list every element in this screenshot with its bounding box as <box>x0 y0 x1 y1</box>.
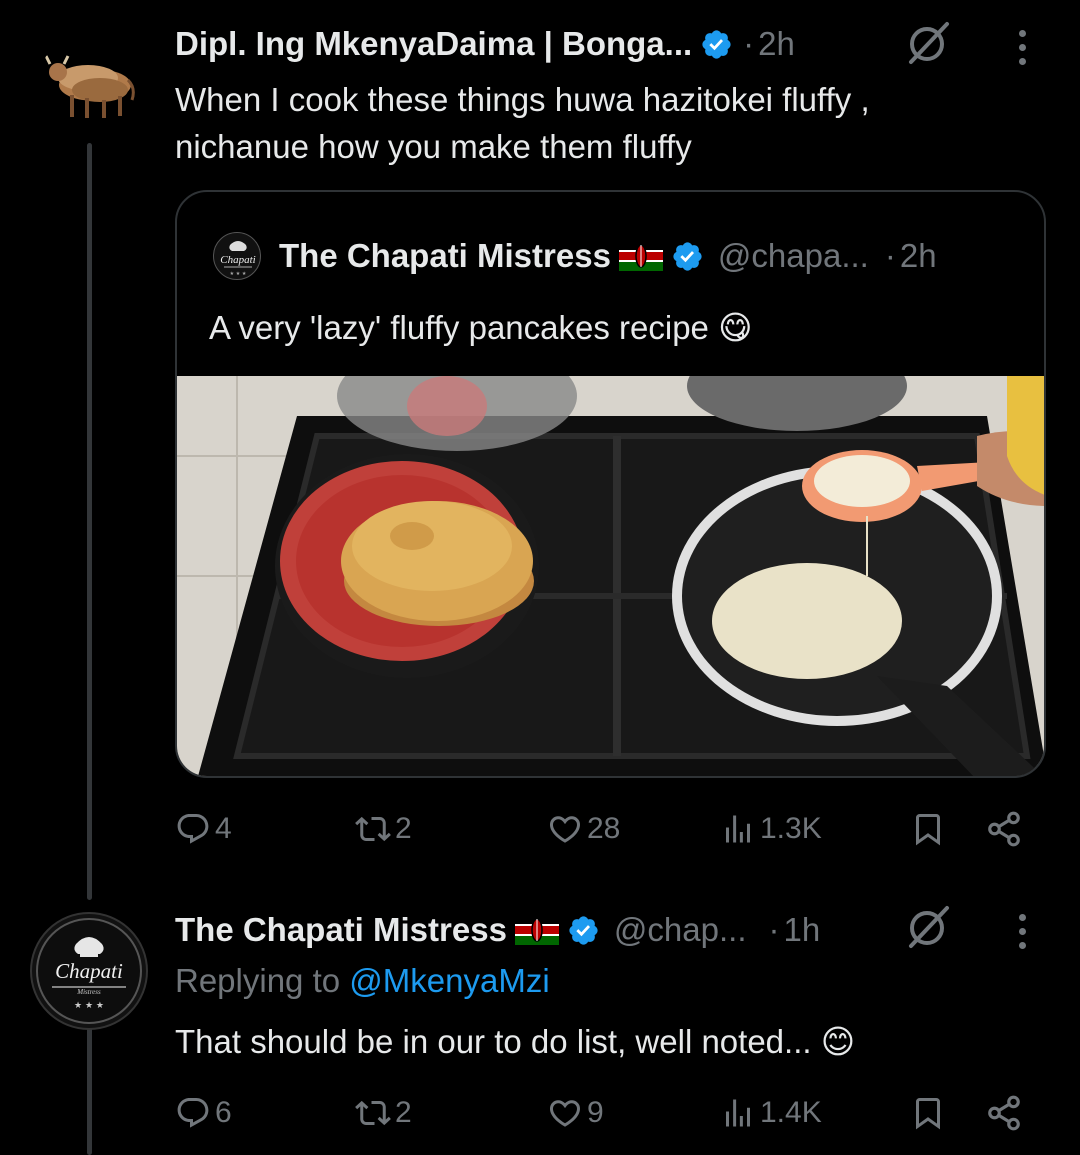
bookmark-icon <box>916 814 940 846</box>
kenya-flag-icon <box>618 241 663 271</box>
replying-to-label: Replying to <box>175 962 341 999</box>
yum-emoji: 😋 <box>718 309 753 346</box>
tweet1-reply-count: 4 <box>215 812 232 845</box>
quoted-tweet-card[interactable]: Chapati ★ ★ ★ The Chapati Mistress @chap… <box>175 190 1046 778</box>
thread-line-top <box>87 143 92 900</box>
grok-icon <box>909 22 949 64</box>
chapati-logo-icon: Chapati ★ ★ ★ <box>220 241 256 277</box>
svg-text:★ ★ ★: ★ ★ ★ <box>230 271 247 277</box>
tweet1-share-button[interactable] <box>985 807 1023 851</box>
share-icon <box>988 811 1020 847</box>
tweet1-repost-count: 2 <box>395 812 412 845</box>
tweet2-avatar-sub: Mistress <box>76 988 101 996</box>
tweet2-header: The Chapati Mistress @chap... · 1h <box>175 906 820 954</box>
tweet2-share-button[interactable] <box>985 1091 1023 1135</box>
quote-text: A very 'lazy' fluffy pancakes recipe 😋 <box>209 304 752 351</box>
quote-author-name[interactable]: The Chapati Mistress <box>279 237 611 275</box>
svg-text:Chapati: Chapati <box>220 254 255 266</box>
tweet1-text-line2: nichanue how you make them fluffy <box>175 128 692 165</box>
tweet1-header: Dipl. Ing MkenyaDaima | Bonga... · 2h <box>175 22 795 66</box>
tweet2-grok-button[interactable] <box>903 904 955 950</box>
tweet2-actions: 6 2 9 1.4K <box>175 1091 1035 1135</box>
verified-badge-icon <box>673 241 702 271</box>
tweet2-avatar[interactable]: Chapati Mistress ★ ★ ★ <box>30 912 148 1030</box>
tweet1-view-count: 1.3K <box>760 812 822 845</box>
tweet2-like-button[interactable]: 9 <box>547 1091 604 1135</box>
cattle-herd-avatar-icon <box>44 55 135 118</box>
chapati-logo-icon: Chapati Mistress ★ ★ ★ <box>36 918 142 1024</box>
bookmark-icon <box>916 1098 940 1130</box>
reply-icon <box>177 1098 209 1128</box>
share-icon <box>988 1095 1020 1131</box>
quote-header: The Chapati Mistress @chapa... · 2h <box>279 232 937 280</box>
repost-icon <box>355 816 391 842</box>
grok-icon <box>909 906 949 948</box>
tweet2-repost-button[interactable]: 2 <box>355 1091 412 1135</box>
tweet1-timestamp[interactable]: 2h <box>758 25 795 63</box>
tweet1-bookmark-button[interactable] <box>910 807 946 851</box>
tweet2-reply-button[interactable]: 6 <box>175 1091 232 1135</box>
quote-author-handle[interactable]: @chapa... <box>718 237 869 275</box>
tweet1-author-name[interactable]: Dipl. Ing MkenyaDaima | Bonga... <box>175 25 692 63</box>
tweet1-text: When I cook these things huwa hazitokei … <box>175 76 1035 170</box>
tweet2-separator: · <box>768 911 780 948</box>
tweet1-text-line1: When I cook these things huwa hazitokei … <box>175 81 870 118</box>
tweet1-grok-button[interactable] <box>903 20 955 66</box>
tweet2-timestamp[interactable]: 1h <box>784 911 821 949</box>
tweet1-more-icon[interactable] <box>1019 30 1029 72</box>
kenya-flag-icon <box>514 915 559 945</box>
tweet2-avatar-title: Chapati <box>55 959 123 983</box>
tweet2-bookmark-button[interactable] <box>910 1091 946 1135</box>
reply-icon <box>177 814 209 844</box>
tweet1-reply-button[interactable]: 4 <box>175 807 232 851</box>
tweet2-author-name[interactable]: The Chapati Mistress <box>175 911 507 949</box>
verified-badge-icon <box>702 29 731 59</box>
tweet2-replying-to: Replying to @MkenyaMzi <box>175 962 550 1000</box>
svg-text:★ ★ ★: ★ ★ ★ <box>74 1001 104 1011</box>
tweet2-reply-count: 6 <box>215 1096 232 1129</box>
quote-avatar[interactable]: Chapati ★ ★ ★ <box>213 232 261 280</box>
views-icon <box>726 815 750 843</box>
tweet2-text-content: That should be in our to do list, well n… <box>175 1023 812 1060</box>
tweet1-like-button[interactable]: 28 <box>547 807 620 851</box>
tweet2-view-count: 1.4K <box>760 1096 822 1129</box>
tweet2-like-count: 9 <box>587 1096 604 1129</box>
tweet2-repost-count: 2 <box>395 1096 412 1129</box>
tweet2-more-icon[interactable] <box>1019 914 1029 956</box>
smile-emoji: 😊 <box>820 1023 856 1060</box>
tweet1-like-count: 28 <box>587 812 621 845</box>
tweet1-avatar[interactable] <box>40 30 140 130</box>
quote-timestamp[interactable]: 2h <box>900 237 937 275</box>
quote-text-content: A very 'lazy' fluffy pancakes recipe <box>209 309 709 346</box>
tweet2-text: That should be in our to do list, well n… <box>175 1018 855 1065</box>
tweet1-repost-button[interactable]: 2 <box>355 807 412 851</box>
pancakes-on-stove-photo <box>177 376 1044 776</box>
tweet1-actions: 4 2 28 1.3K <box>175 807 1035 851</box>
quote-separator: · <box>884 237 896 274</box>
tweet2-author-handle[interactable]: @chap... <box>614 911 747 949</box>
heart-icon <box>549 816 581 843</box>
tweet2-views-button[interactable]: 1.4K <box>720 1091 822 1135</box>
replying-to-mention[interactable]: @MkenyaMzi <box>349 962 549 999</box>
heart-icon <box>549 1100 581 1127</box>
tweet1-separator: · <box>743 25 755 62</box>
tweet1-views-button[interactable]: 1.3K <box>720 807 822 851</box>
verified-badge-icon <box>569 915 598 945</box>
views-icon <box>726 1099 750 1127</box>
repost-icon <box>355 1100 391 1126</box>
thread-line-bottom <box>87 1018 92 1155</box>
quote-photo[interactable] <box>177 376 1044 776</box>
